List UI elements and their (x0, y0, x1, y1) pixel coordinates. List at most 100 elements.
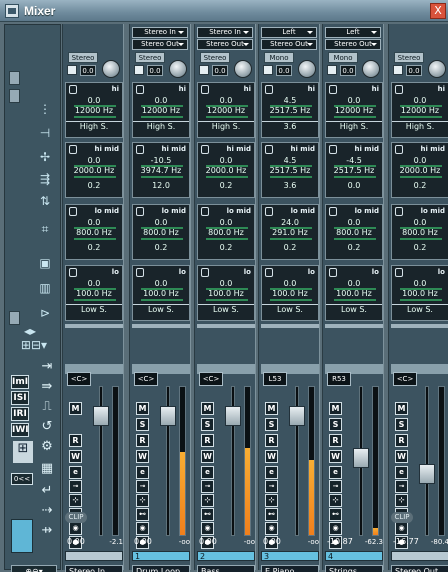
eq-frequency-value[interactable]: 800.0 Hz (66, 228, 122, 237)
channel-name[interactable]: Bass (197, 565, 255, 572)
mixer-layout-icon[interactable]: ⊞ (13, 441, 33, 463)
eq-band-enable[interactable] (395, 268, 403, 277)
eq-band-enable[interactable] (136, 207, 144, 216)
volume-fader[interactable] (353, 448, 369, 468)
eq-band-enable[interactable] (201, 207, 209, 216)
eq-icon[interactable]: ⊹ (395, 494, 408, 507)
edit-icon[interactable]: e (201, 466, 214, 479)
eq-frequency-value[interactable]: 800.0 Hz (326, 228, 382, 237)
eq-band-enable[interactable] (395, 85, 403, 94)
eq-gain-value[interactable]: 0.0 (198, 156, 254, 165)
phase-button[interactable] (327, 65, 337, 75)
eq-band-enable[interactable] (265, 268, 273, 277)
eq-band-enable[interactable] (201, 268, 209, 277)
clear-button[interactable]: 0<< (11, 473, 33, 485)
send-icon[interactable]: ⊷ (136, 508, 149, 521)
eq-band[interactable]: lo mid 0.0 800.0 Hz 0.2 (132, 204, 190, 260)
write-button[interactable]: W (201, 450, 214, 463)
input-routing-select[interactable]: Left (261, 27, 317, 38)
arrow-icon[interactable]: ⊳ (39, 305, 51, 321)
eq-q-value[interactable]: High S. (66, 121, 122, 131)
eq-band-enable[interactable] (265, 207, 273, 216)
eq-frequency-value[interactable]: 800.0 Hz (133, 228, 189, 237)
eq-gain-value[interactable]: 0.0 (326, 218, 382, 227)
phase-button[interactable] (393, 65, 403, 75)
eq-gain-value[interactable]: 0.0 (133, 218, 189, 227)
channel-name[interactable]: Stereo In (65, 565, 123, 572)
volume-value[interactable]: 0.00 -oo (134, 536, 190, 548)
pan-control[interactable]: L53 (263, 372, 287, 386)
phase-button[interactable] (67, 65, 77, 75)
eq-band-enable[interactable] (329, 145, 337, 154)
send-icon[interactable]: ⊷ (201, 508, 214, 521)
eq-band-enable[interactable] (395, 145, 403, 154)
eq-q-value[interactable]: Low S. (133, 304, 189, 314)
reset-icon[interactable]: ↺ (39, 419, 55, 435)
insert-icon[interactable]: ⊸ (136, 480, 149, 493)
eq-band[interactable]: hi 0.0 12000 Hz High S. (391, 82, 448, 138)
insert-icon[interactable]: ✢ (39, 149, 51, 165)
eq-q-value[interactable]: 3.6 (262, 181, 318, 190)
output-routing-select[interactable]: Stereo Out (325, 39, 381, 50)
eq-band[interactable]: lo 0.0 100.0 Hz Low S. (132, 265, 190, 321)
eq-q-value[interactable]: Low S. (392, 304, 448, 314)
eq-frequency-value[interactable]: 12000 Hz (133, 106, 189, 115)
monitor-icon[interactable]: ◉ (69, 522, 82, 535)
input-routing-select[interactable]: Left (325, 27, 381, 38)
input-gain-knob[interactable] (102, 60, 120, 78)
input-gain-value[interactable]: 0.0 (276, 65, 292, 76)
eq-q-value[interactable]: Low S. (326, 304, 382, 314)
pan-control[interactable]: <C> (67, 372, 91, 386)
channel-name[interactable]: Drum Loop (132, 565, 190, 572)
volume-fader[interactable] (160, 406, 176, 426)
input-gain-knob[interactable] (298, 60, 316, 78)
eq-q-value[interactable]: 0.0 (326, 181, 382, 190)
monitor-icon[interactable]: ◉ (201, 522, 214, 535)
eq-band[interactable]: hi mid 0.0 2000.0 Hz 0.2 (391, 142, 448, 198)
mute-button[interactable]: M (136, 402, 149, 415)
pan-control[interactable]: R53 (327, 372, 351, 386)
view-options-icon[interactable]: ⊞⊟▾ (11, 337, 57, 353)
monitor-icon[interactable]: ◉ (265, 522, 278, 535)
eq-q-value[interactable]: 0.2 (66, 181, 122, 190)
volume-value[interactable]: 0.00 -2.1 (67, 536, 123, 548)
common-button[interactable] (9, 89, 20, 103)
eq-band[interactable]: hi 0.0 12000 Hz High S. (132, 82, 190, 138)
grid-icon[interactable]: ▦ (39, 461, 55, 477)
eq-band-enable[interactable] (69, 85, 77, 94)
mute-button[interactable]: M (329, 402, 342, 415)
solo-button[interactable]: S (201, 418, 214, 431)
eq-gain-value[interactable]: 0.0 (326, 96, 382, 105)
eq-gain-value[interactable]: -10.5 (133, 156, 189, 165)
eq-band[interactable]: hi 0.0 12000 Hz High S. (325, 82, 383, 138)
eq-icon[interactable]: ⇅ (39, 193, 51, 209)
insert-icon[interactable]: ⊸ (201, 480, 214, 493)
eq-q-value[interactable]: 0.2 (198, 181, 254, 190)
eq-frequency-value[interactable]: 100.0 Hz (262, 289, 318, 298)
read-button[interactable]: R (329, 434, 342, 447)
eq-icon[interactable]: ⊹ (136, 494, 149, 507)
eq-gain-value[interactable]: 0.0 (198, 279, 254, 288)
edit-icon[interactable]: e (265, 466, 278, 479)
eq-band-enable[interactable] (69, 145, 77, 154)
clip-indicator[interactable]: CLIP (391, 512, 413, 523)
eq-frequency-value[interactable]: 2517.5 Hz (262, 106, 318, 115)
edit-icon[interactable]: e (329, 466, 342, 479)
eq-gain-value[interactable]: 0.0 (66, 156, 122, 165)
eq-frequency-value[interactable]: 100.0 Hz (66, 289, 122, 298)
eq-band[interactable]: lo 0.0 100.0 Hz Low S. (391, 265, 448, 321)
eq-frequency-value[interactable]: 12000 Hz (198, 106, 254, 115)
edit-icon[interactable]: e (69, 466, 82, 479)
eq-icon[interactable]: ⊹ (265, 494, 278, 507)
eq-band[interactable]: lo 0.0 100.0 Hz Low S. (65, 265, 123, 321)
output-icon[interactable]: ⇢ (39, 503, 55, 519)
eq-gain-value[interactable]: 0.0 (392, 156, 448, 165)
insert-icon[interactable]: ⊸ (329, 480, 342, 493)
eq-frequency-value[interactable]: 291.0 Hz (262, 228, 318, 237)
eq-band[interactable]: hi mid 0.0 2000.0 Hz 0.2 (197, 142, 255, 198)
eq-band-enable[interactable] (329, 207, 337, 216)
input-routing-select[interactable]: Stereo In (197, 27, 253, 38)
eq-frequency-value[interactable]: 800.0 Hz (198, 228, 254, 237)
channel-view-icon[interactable]: ▣ (39, 255, 51, 271)
eq-gain-value[interactable]: 0.0 (262, 279, 318, 288)
